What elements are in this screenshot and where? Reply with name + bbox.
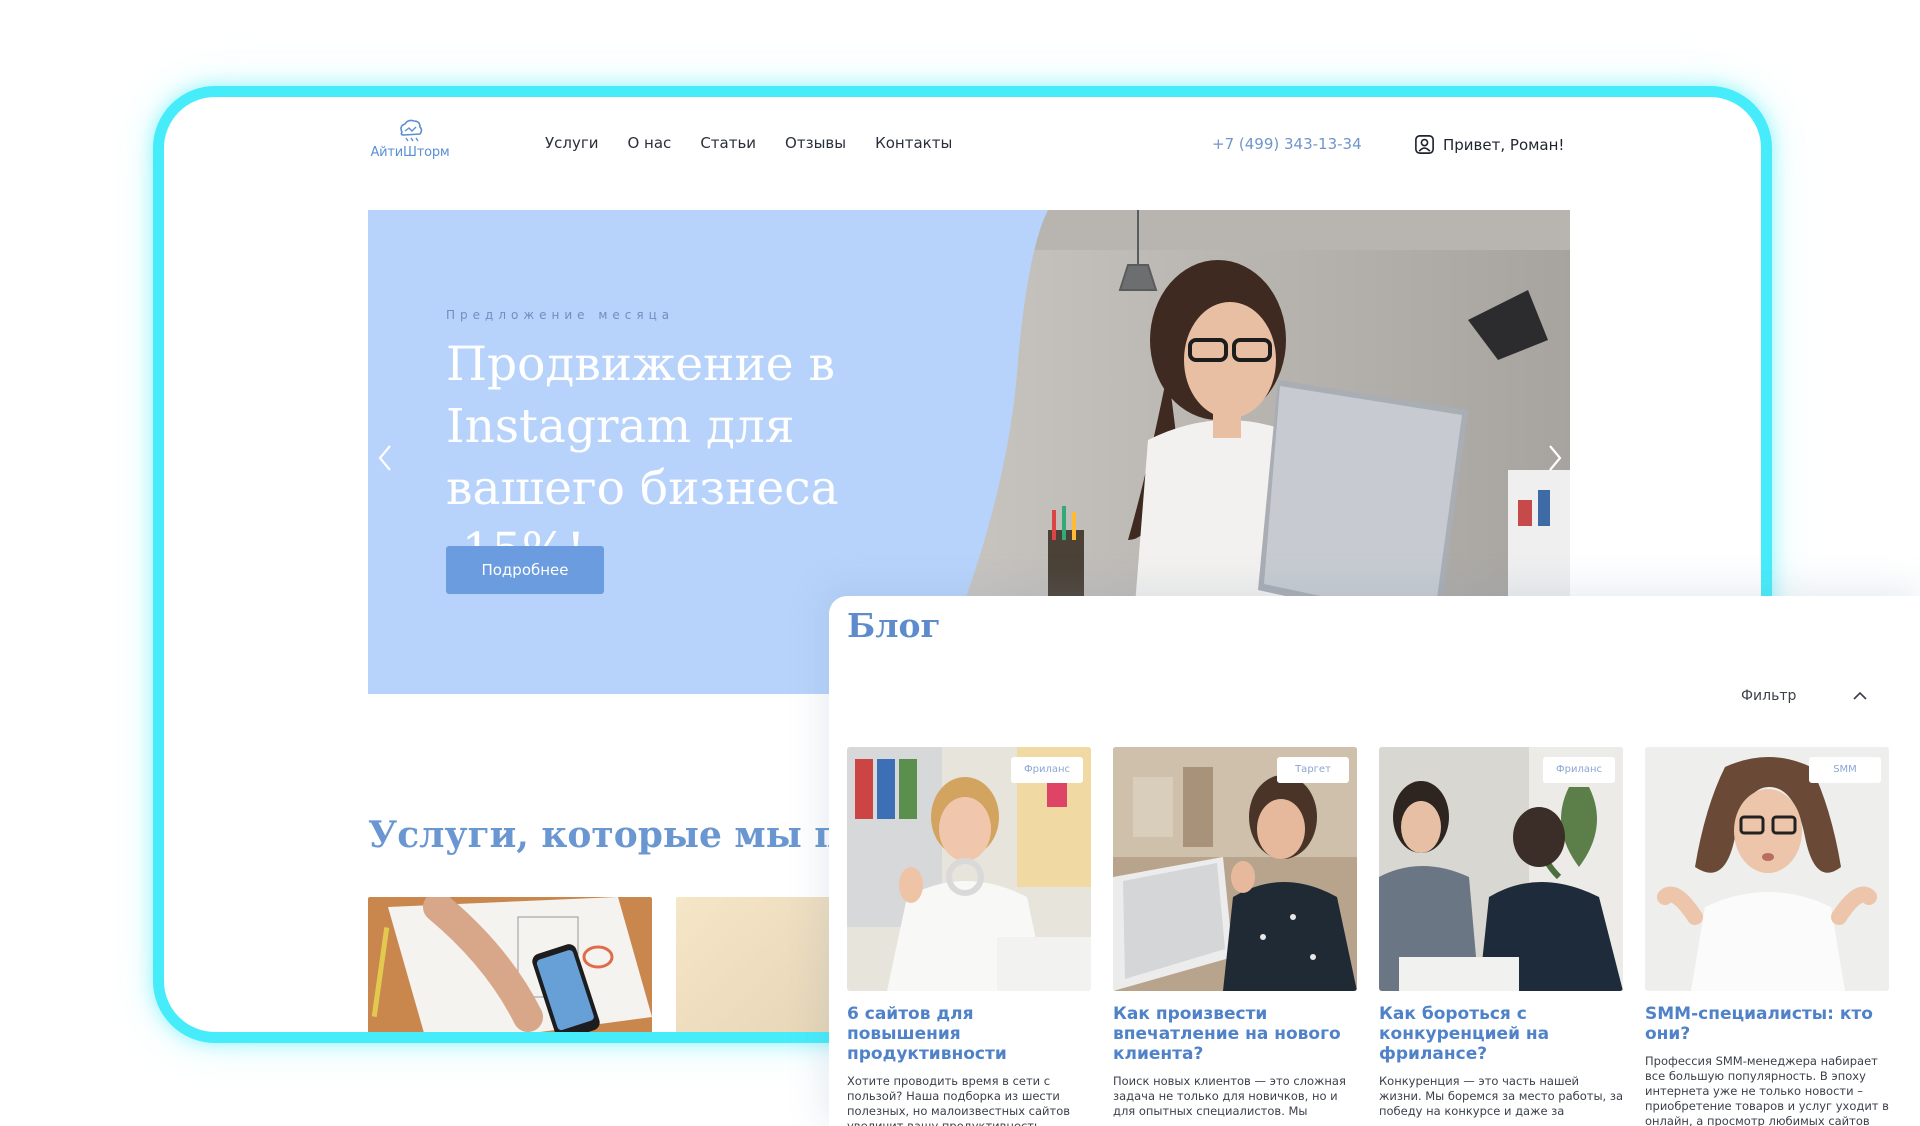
blog-card-tag[interactable]: SMM bbox=[1809, 757, 1881, 783]
blog-card-excerpt: Поиск новых клиентов — это сложная задач… bbox=[1113, 1074, 1346, 1118]
blog-card-image[interactable]: Фриланс bbox=[847, 747, 1091, 991]
blog-card[interactable]: Фриланс 6 сайтов для повышения продуктив… bbox=[847, 747, 1091, 1126]
blog-card-image[interactable]: Таргет bbox=[1113, 747, 1357, 991]
chevron-right-icon bbox=[1549, 445, 1562, 471]
blog-card-excerpt: Хотите проводить время в сети с пользой?… bbox=[847, 1074, 1071, 1126]
blog-card-tag[interactable]: Фриланс bbox=[1011, 757, 1083, 783]
blog-card-excerpt: Конкуренция — это часть нашей жизни. Мы … bbox=[1379, 1074, 1623, 1118]
blog-card[interactable]: Фриланс Как бороться с конкуренцией на ф… bbox=[1379, 747, 1623, 1119]
nav-item-reviews[interactable]: Отзывы bbox=[785, 134, 846, 152]
phone-link[interactable]: +7 (499) 343-13-34 bbox=[1212, 135, 1362, 153]
blog-card[interactable]: Таргет Как произвести впечатление на нов… bbox=[1113, 747, 1357, 1119]
user-greeting[interactable]: Привет, Роман! bbox=[1413, 133, 1564, 156]
blog-card-title[interactable]: 6 сайтов для повышения продуктивности bbox=[847, 1004, 1091, 1064]
user-icon bbox=[1415, 135, 1434, 154]
blog-filter-toggle[interactable]: Фильтр bbox=[1741, 688, 1868, 704]
blog-photo bbox=[1645, 747, 1889, 991]
chevron-left-icon bbox=[378, 445, 391, 471]
slider-next-button[interactable] bbox=[1544, 438, 1568, 478]
logo-icon bbox=[400, 119, 423, 142]
blog-card-image[interactable]: SMM bbox=[1645, 747, 1889, 991]
blog-card-title[interactable]: Как бороться с конкуренцией на фрилансе? bbox=[1379, 1004, 1623, 1064]
service-image bbox=[368, 897, 652, 1032]
blog-photo bbox=[847, 747, 1091, 991]
blog-card[interactable]: SMM SMM-специалисты: кто они? Профессия … bbox=[1645, 747, 1889, 1126]
site-logo[interactable]: АйтиШторм bbox=[368, 118, 452, 166]
blog-card-tag[interactable]: Фриланс bbox=[1543, 757, 1615, 783]
logo-text: АйтиШторм bbox=[370, 145, 450, 160]
blog-photo bbox=[1379, 747, 1623, 991]
blog-photo bbox=[1113, 747, 1357, 991]
blog-card-title[interactable]: SMM-специалисты: кто они? bbox=[1645, 1004, 1889, 1044]
nav-item-articles[interactable]: Статьи bbox=[700, 134, 756, 152]
service-card-image[interactable] bbox=[368, 897, 652, 1032]
main-nav: Услуги О нас Статьи Отзывы Контакты bbox=[545, 134, 981, 152]
nav-item-contacts[interactable]: Контакты bbox=[875, 134, 952, 152]
blog-card-tag[interactable]: Таргет bbox=[1277, 757, 1349, 783]
chevron-up-icon bbox=[1853, 691, 1867, 700]
blog-card-title[interactable]: Как произвести впечатление на нового кли… bbox=[1113, 1004, 1357, 1064]
hero-more-button[interactable]: Подробнее bbox=[446, 546, 604, 594]
blog-card-excerpt: Профессия SMM-менеджера набирает все бол… bbox=[1645, 1054, 1889, 1126]
nav-item-services[interactable]: Услуги bbox=[545, 134, 598, 152]
hero-content: Предложение месяца Продвижение в Instagr… bbox=[446, 308, 986, 582]
blog-panel: Блог Фильтр Фриланс 6 сайтов для повышен… bbox=[829, 596, 1920, 1126]
hero-title: Продвижение в Instagram для вашего бизне… bbox=[446, 337, 839, 578]
slider-prev-button[interactable] bbox=[372, 438, 396, 478]
hero-eyebrow: Предложение месяца bbox=[446, 308, 675, 322]
nav-item-about[interactable]: О нас bbox=[627, 134, 671, 152]
greeting-text: Привет, Роман! bbox=[1443, 135, 1565, 154]
filter-label: Фильтр bbox=[1741, 688, 1797, 704]
blog-card-image[interactable]: Фриланс bbox=[1379, 747, 1623, 991]
blog-title: Блог bbox=[847, 606, 941, 645]
